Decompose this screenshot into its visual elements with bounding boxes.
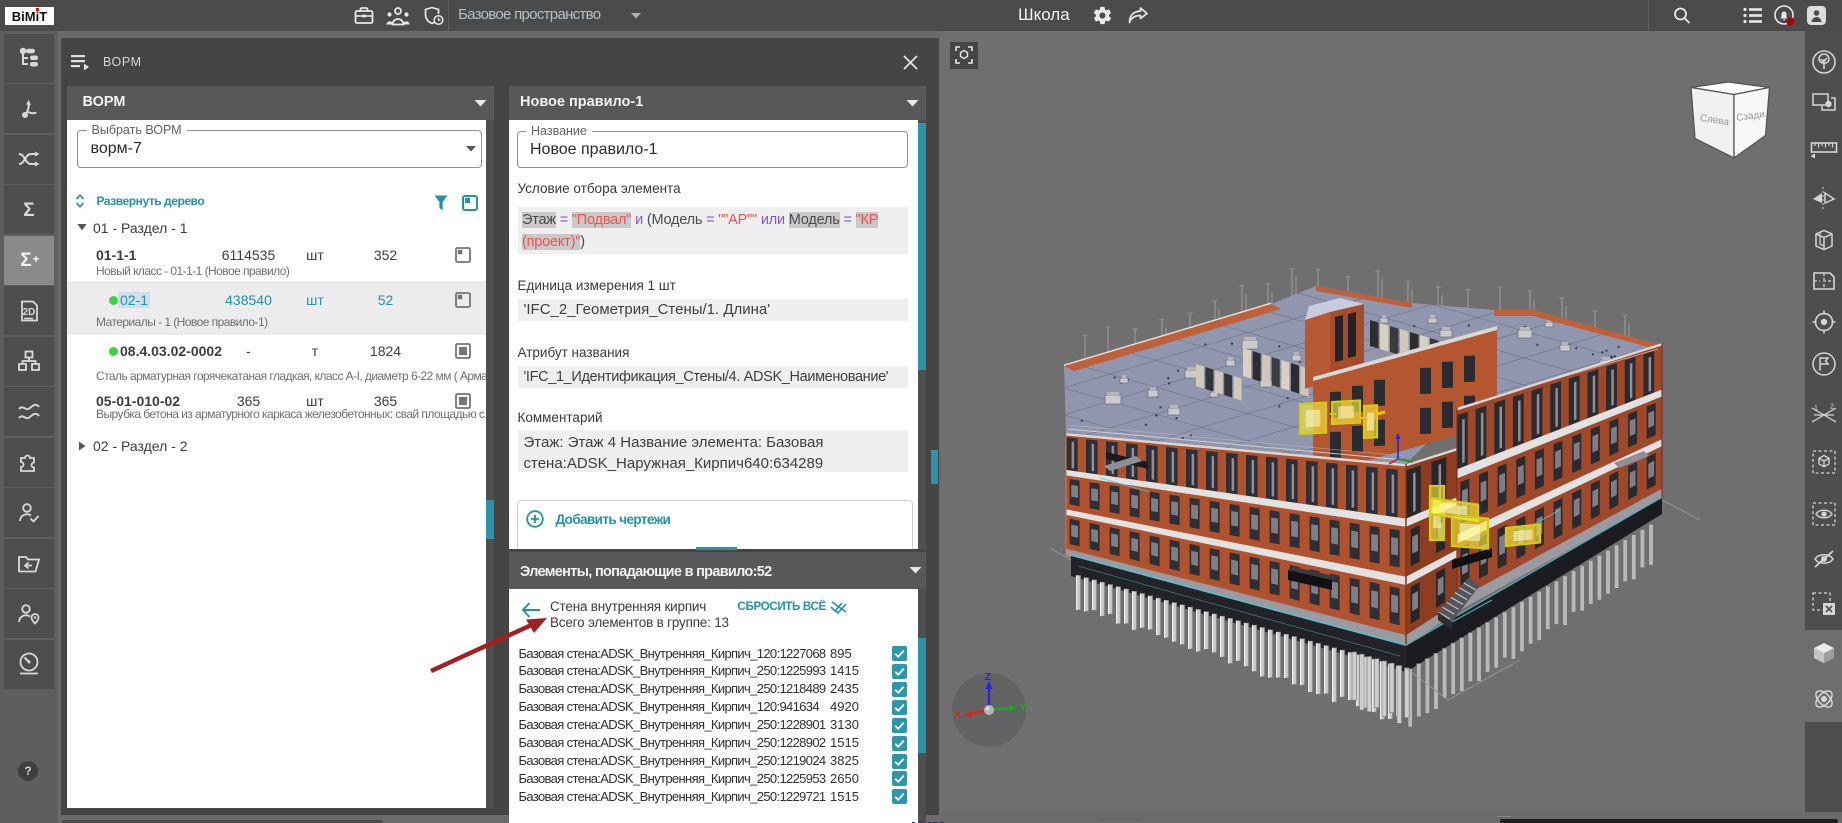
svg-text:+: + (32, 252, 39, 266)
svg-text:1: 1 (1814, 405, 1818, 412)
svg-text:Σ: Σ (23, 200, 34, 221)
svg-text:Σ: Σ (20, 250, 31, 271)
svg-text:2D: 2D (23, 307, 36, 318)
svg-text:Z: Z (985, 672, 991, 683)
svg-text:X: X (955, 710, 962, 721)
svg-text:2: 2 (1830, 404, 1834, 411)
svg-text:Y: Y (1020, 703, 1027, 714)
